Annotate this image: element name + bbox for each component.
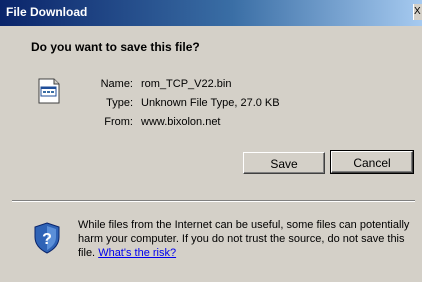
name-value: rom_TCP_V22.bin bbox=[141, 78, 232, 90]
divider bbox=[12, 200, 415, 202]
risk-link[interactable]: What's the risk? bbox=[98, 247, 176, 259]
type-value: Unknown File Type, 27.0 KB bbox=[141, 97, 280, 109]
warning-message: While files from the Internet can be use… bbox=[78, 218, 414, 260]
file-download-dialog: File Download X Do you want to save this… bbox=[0, 0, 422, 282]
from-label: From: bbox=[104, 116, 133, 128]
save-button[interactable]: Save bbox=[243, 152, 325, 174]
document-icon bbox=[38, 78, 60, 104]
close-button[interactable]: X bbox=[413, 4, 422, 20]
close-icon: X bbox=[414, 6, 421, 17]
name-label: Name: bbox=[100, 78, 133, 90]
cancel-button[interactable]: Cancel bbox=[330, 150, 414, 174]
svg-text:?: ? bbox=[42, 231, 52, 248]
from-value: www.bixolon.net bbox=[141, 116, 221, 128]
type-label: Type: bbox=[106, 97, 133, 109]
shield-icon: ? bbox=[34, 222, 60, 254]
title-bar[interactable]: File Download X bbox=[0, 0, 422, 26]
window-title: File Download bbox=[6, 5, 88, 19]
save-question: Do you want to save this file? bbox=[31, 40, 200, 54]
